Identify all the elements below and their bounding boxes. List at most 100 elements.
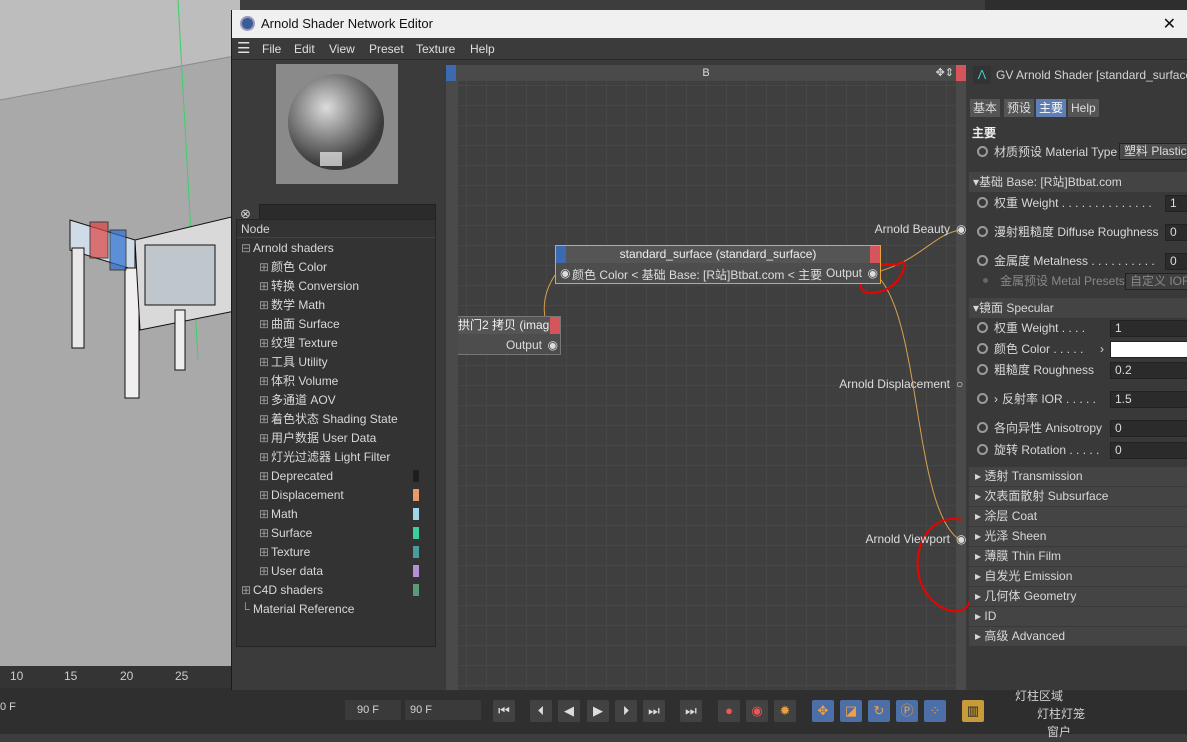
base-weight-field[interactable]: 1 [1165,195,1187,212]
filmstrip-icon[interactable]: ▥ [962,700,984,722]
prev-frame-button[interactable]: ◀ [558,700,580,722]
specular-section-label: 镜面 Specular [979,301,1054,315]
goto-start-button[interactable]: ⏮ [493,700,515,722]
frame-end-field[interactable]: 90 F [345,700,401,720]
animate-radio-icon[interactable] [977,322,988,333]
material-type-dropdown[interactable]: 塑料 Plastic [1119,143,1187,160]
specular-weight-row: 权重 Weight . . . . 1 [969,318,1187,338]
specular-section-header[interactable]: ▾镜面 Specular [969,298,1187,318]
close-icon[interactable]: ✕ [1163,14,1176,34]
specular-weight-field[interactable]: 1 [1110,320,1187,337]
chevron-right-icon[interactable]: › [994,392,998,406]
rotate-key-icon[interactable]: ↻ [868,700,890,722]
image-output-dot[interactable]: ◉ [548,338,558,352]
3d-viewport[interactable] [0,0,240,668]
section-header[interactable]: ▸ ID [969,607,1187,626]
specular-roughness-field[interactable]: 0.2 [1110,362,1187,379]
diffuse-roughness-label: 漫射粗糙度 Diffuse Roughness [994,225,1159,239]
animate-radio-icon[interactable] [977,146,988,157]
node-title: standard_surface (standard_surface) [556,246,880,263]
anisotropy-label: 各向异性 Anisotropy [994,421,1103,435]
metalness-label: 金属度 Metalness . . . . . . . . . . [994,254,1155,268]
animate-radio-icon[interactable] [977,343,988,354]
diffuse-roughness-row: 漫射粗糙度 Diffuse Roughness 0 [969,222,1187,242]
chevron-right-icon[interactable]: › [1100,339,1104,359]
section-header[interactable]: ▸ 几何体 Geometry [969,587,1187,606]
arnold-viewport-port[interactable]: ◉ [956,532,966,546]
animate-radio-icon[interactable] [977,422,988,433]
section-header[interactable]: ▸ 透射 Transmission [969,467,1187,486]
pla-key-icon[interactable]: ⁘ [924,700,946,722]
chevron-right-icon: ▸ [975,629,985,643]
animate-radio-icon[interactable] [977,364,988,375]
chevron-down-icon: ▾ [973,175,980,189]
ruler-tick: 10 [10,669,24,683]
arnold-displacement-port[interactable]: ○ [956,377,963,391]
base-section-header[interactable]: ▾基础 Base: [R站]Btbat.com [969,172,1187,192]
next-frame-button[interactable]: ⏵ [615,700,637,722]
chevron-right-icon: ▸ [975,609,985,623]
section-header[interactable]: ▸ 涂层 Coat [969,507,1187,526]
scale-key-icon[interactable]: ◪ [840,700,862,722]
frame-max-value: 90 F [410,704,433,716]
metal-presets-row: 金属预设 Metal Presets 自定义 IOR [969,271,1187,291]
output-port-dot[interactable]: ◉ [868,266,878,280]
section-label: 薄膜 Thin Film [984,549,1062,563]
timeline-ruler[interactable]: 10 15 20 25 [0,666,240,688]
object-top-strip [985,0,1187,10]
image-node-output-marker [550,317,560,334]
metal-presets-dropdown[interactable]: 自定义 IOR [1125,273,1187,290]
tab-main[interactable]: 主要 [1036,99,1067,117]
chevron-right-icon: ▸ [975,549,985,563]
section-header[interactable]: ▸ 光泽 Sheen [969,527,1187,546]
base-weight-row: 权重 Weight . . . . . . . . . . . . . . 1 [969,193,1187,213]
section-label: 高级 Advanced [984,629,1066,643]
chevron-down-icon: ▾ [973,301,980,315]
animate-radio-icon[interactable] [977,226,988,237]
move-key-icon[interactable]: ✥ [812,700,834,722]
tab-preset[interactable]: 预设 [1004,99,1035,117]
section-header[interactable]: ▸ 次表面散射 Subsurface [969,487,1187,506]
input-port-label: 颜色 Color < 基础 Base: [R站]Btbat.com < 主要 [572,268,823,282]
next-key-button[interactable]: ⏭ [643,700,665,722]
tab-help[interactable]: Help [1068,99,1099,117]
frame-start[interactable]: 0 F [0,701,16,713]
keyframe-settings-icon[interactable]: ✹ [774,700,796,722]
param-key-icon[interactable]: Ⓟ [896,700,918,722]
play-button[interactable]: ▶ [587,700,609,722]
section-label: 涂层 Coat [984,509,1038,523]
animate-radio-icon[interactable] [977,197,988,208]
ruler-tick: 15 [64,669,78,683]
image-node[interactable]: 拱门2 拷贝 (image) Output ◉ [458,316,561,355]
record-icon[interactable]: ● [718,700,740,722]
goto-end-button[interactable]: ⏭ [680,700,702,722]
object-row[interactable]: 窗户 [985,722,1187,742]
frame-max-field[interactable]: 90 F [405,700,481,720]
object-row[interactable]: 灯柱灯笼 [985,704,1187,724]
rotation-label: 旋转 Rotation . . . . . [994,443,1100,457]
ior-field[interactable]: 1.5 [1110,391,1187,408]
connection-wires [543,229,971,613]
prev-key-button[interactable]: ⏴ [530,700,552,722]
animate-radio-icon[interactable] [977,393,988,404]
standard-surface-node[interactable]: standard_surface (standard_surface) ◉ 颜色… [555,245,881,284]
animate-radio-icon[interactable] [977,255,988,266]
specular-color-label: 颜色 Color . . . . . [994,342,1084,356]
section-header[interactable]: ▸ 自发光 Emission [969,567,1187,586]
animate-radio-icon[interactable] [977,444,988,455]
tab-basic[interactable]: 基本 [970,99,1001,117]
output-port-label: Output [825,266,862,280]
specular-color-swatch[interactable] [1110,341,1187,358]
ior-label: 反射率 IOR . . . . . [1002,392,1097,406]
metalness-field[interactable]: 0 [1165,253,1187,270]
rotation-field[interactable]: 0 [1110,442,1187,459]
input-port-dot[interactable]: ◉ [560,266,570,280]
autokey-icon[interactable]: ◉ [746,700,768,722]
diffuse-roughness-field[interactable]: 0 [1165,224,1187,241]
rotation-row: 旋转 Rotation . . . . . 0 [969,440,1187,460]
section-header[interactable]: ▸ 薄膜 Thin Film [969,547,1187,566]
arnold-beauty-port[interactable]: ◉ [956,222,966,236]
anisotropy-field[interactable]: 0 [1110,420,1187,437]
node-output-marker [870,246,880,263]
section-header[interactable]: ▸ 高级 Advanced [969,627,1187,646]
